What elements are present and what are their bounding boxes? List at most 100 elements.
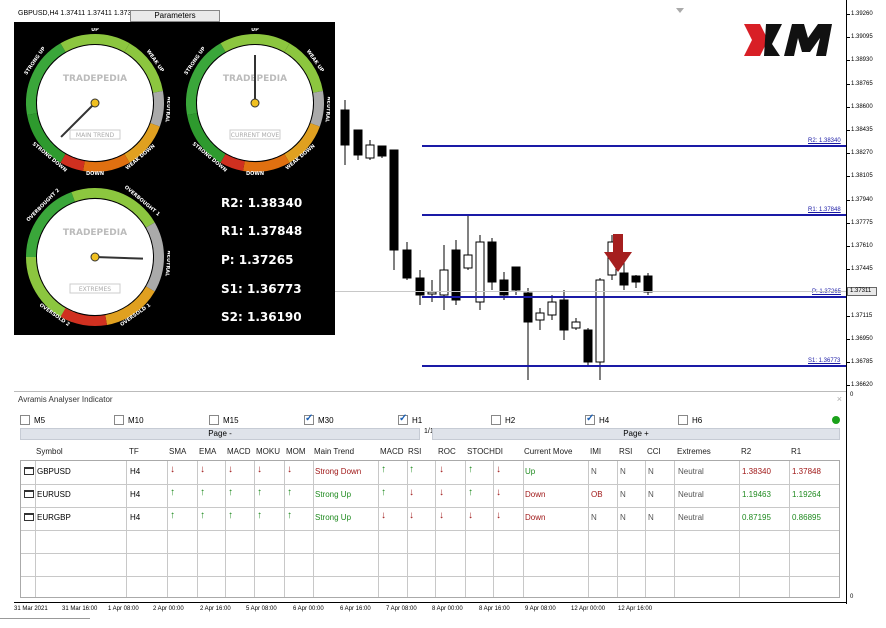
column-header[interactable]: EMA	[199, 447, 216, 456]
table-row[interactable]: EURGBP H4 ↑ ↑ ↑ ↑ ↑ Strong Up ↓ ↓ ↓ ↓ ↓ Down N N N Neutra…	[21, 507, 839, 529]
timeframe-m5[interactable]: M5	[20, 414, 45, 426]
gauge-brand-text: TRADEPEDIA	[63, 228, 127, 238]
cell-mom: ↑	[287, 487, 292, 498]
column-header[interactable]: R2	[741, 447, 751, 456]
candle-body	[535, 312, 545, 321]
column-header[interactable]: IMI	[590, 447, 601, 456]
table-row[interactable]: GBPUSD H4 ↓ ↓ ↓ ↓ ↓ Strong Down ↑ ↑ ↓ ↑ ↓ Up N N N Neutra…	[21, 461, 839, 483]
folder-icon[interactable]	[24, 513, 34, 521]
column-header[interactable]: Current Move	[524, 447, 572, 456]
checkbox-icon[interactable]	[114, 415, 124, 425]
price-axis-tick	[846, 37, 850, 39]
price-axis-label: 1.38600	[851, 103, 873, 110]
folder-icon[interactable]	[24, 490, 34, 498]
column-header[interactable]: MACD	[227, 447, 251, 456]
column-header[interactable]: RSI	[408, 447, 421, 456]
timeframe-label: H2	[505, 415, 516, 425]
close-icon[interactable]: ×	[837, 394, 842, 404]
gauge-hub	[250, 98, 260, 108]
price-axis-label: 1.37115	[851, 312, 873, 319]
sell-arrow-icon	[604, 234, 632, 272]
checkbox-icon[interactable]	[491, 415, 501, 425]
column-header[interactable]: RSI	[619, 447, 632, 456]
timeframe-label: H1	[412, 415, 423, 425]
cell-macd2: ↑	[381, 464, 386, 475]
status-dot-icon	[832, 416, 840, 424]
candle-body	[463, 254, 473, 269]
timeframe-h4[interactable]: H4	[585, 413, 610, 426]
cell-di: ↓	[496, 464, 501, 475]
column-header[interactable]: ROC	[438, 447, 456, 456]
cell-cci: N	[648, 467, 654, 476]
column-header[interactable]: MACD	[380, 447, 404, 456]
cell-r1: 0.86895	[792, 513, 821, 522]
price-axis-tick	[846, 338, 850, 340]
cell-ema: ↓	[200, 464, 205, 475]
s1-level-tag: S1: 1.36773	[808, 358, 841, 364]
gauge-zone-label: NEUTRAL	[324, 96, 330, 123]
grid-hline	[21, 553, 839, 554]
checkbox-icon[interactable]	[585, 413, 595, 425]
r2-level-line	[422, 145, 846, 147]
candle-body	[643, 275, 653, 293]
cell-current-move: Down	[525, 513, 546, 522]
price-axis-tick	[846, 153, 850, 155]
timeframe-m30[interactable]: M30	[304, 413, 334, 426]
checkbox-icon[interactable]	[678, 415, 688, 425]
gauge-zone-label: UP	[251, 28, 259, 33]
column-header[interactable]: Symbol	[36, 447, 63, 456]
candle-body	[365, 144, 375, 159]
timeframe-h6[interactable]: H6	[678, 414, 702, 426]
timeframe-label: H6	[692, 415, 703, 425]
timeframe-m15[interactable]: M15	[209, 414, 239, 426]
time-axis-label: 6 Apr 16:00	[340, 606, 371, 612]
candle-body	[451, 249, 461, 301]
column-header[interactable]: STOCH	[467, 447, 495, 456]
column-header[interactable]: R1	[791, 447, 801, 456]
price-axis-line	[846, 0, 847, 604]
parameters-button[interactable]: Parameters	[130, 10, 220, 22]
cell-main-trend: Strong Up	[315, 513, 352, 522]
cell-imi: OB	[591, 490, 603, 499]
checkbox-icon[interactable]	[304, 413, 314, 425]
price-axis-label: 1.38765	[851, 80, 873, 87]
candle-body	[571, 321, 581, 329]
gauge-zone-label: DOWN	[246, 171, 264, 177]
column-header[interactable]: Extremes	[677, 447, 711, 456]
r2-level-tag: R2: 1.38340	[808, 138, 841, 144]
time-axis-label: 8 Apr 00:00	[432, 606, 463, 612]
column-header[interactable]: DI	[495, 447, 503, 456]
cell-extremes: Neutral	[678, 490, 704, 499]
cell-rsi: ↓	[409, 510, 414, 521]
extremes-gauge: TRADEPEDIAEXTREMESOVERBOUGHT 2 OVERBOUGHT…	[26, 185, 170, 329]
page-minus-button[interactable]: Page -	[20, 428, 420, 440]
column-header[interactable]: SMA	[169, 447, 186, 456]
column-header[interactable]: Main Trend	[314, 447, 354, 456]
column-header[interactable]: CCI	[647, 447, 661, 456]
checkbox-icon[interactable]	[209, 415, 219, 425]
column-header[interactable]: TF	[129, 447, 139, 456]
column-header[interactable]: MOKU	[256, 447, 280, 456]
candle-body	[619, 272, 629, 286]
cell-tf: H4	[130, 513, 141, 522]
checkbox-icon[interactable]	[398, 413, 408, 425]
page-plus-button[interactable]: Page +	[432, 428, 840, 440]
checkbox-icon[interactable]	[20, 415, 30, 425]
chart-tab[interactable]	[0, 618, 90, 628]
table-row[interactable]: EURUSD H4 ↑ ↑ ↑ ↑ ↑ Strong Up ↑ ↓ ↓ ↑ ↓ Down OB N N Neutr…	[21, 484, 839, 506]
timeframe-h2[interactable]: H2	[491, 414, 515, 426]
current-price-line	[335, 291, 846, 292]
time-axis-label: 8 Apr 16:00	[479, 606, 510, 612]
timeframe-m10[interactable]: M10	[114, 414, 144, 426]
timeframe-label: H4	[599, 415, 610, 425]
column-header[interactable]: MOM	[286, 447, 306, 456]
tradepedia-dashboard: TRADEPEDIA MAIN TREND UP STRONG UP WEAK UP NE…	[14, 22, 335, 335]
gauge-zone-label: NEUTRAL	[164, 96, 170, 123]
folder-icon[interactable]	[24, 467, 34, 475]
price-axis-label: 1.38270	[851, 150, 873, 157]
timeframe-h1[interactable]: H1	[398, 413, 423, 426]
cell-macd2: ↓	[381, 510, 386, 521]
cell-di: ↓	[496, 487, 501, 498]
candle-body	[415, 277, 425, 296]
r1-level-line	[422, 214, 846, 216]
